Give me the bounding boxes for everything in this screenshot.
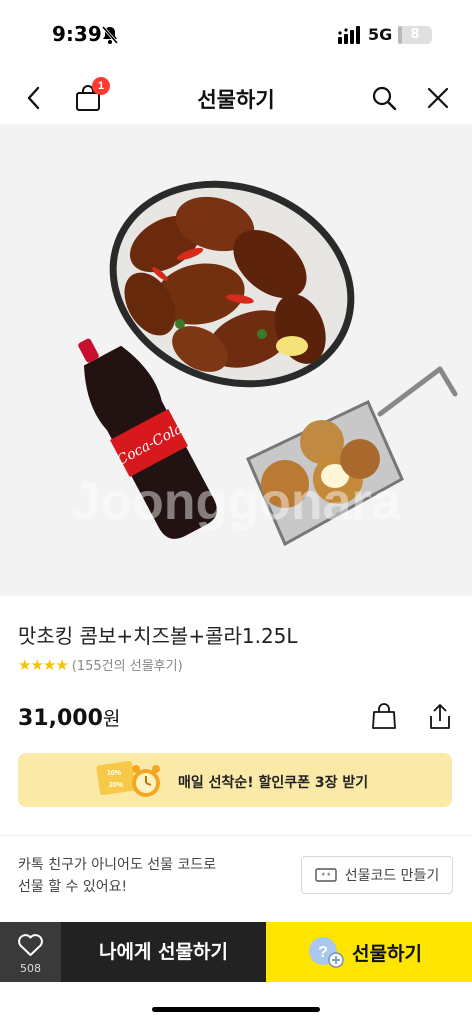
coupon-clock-icon: 10% 20% (96, 761, 160, 797)
share-button[interactable] (424, 700, 456, 732)
close-button[interactable] (422, 82, 454, 114)
coupon-text: 매일 선착순! 할인쿠폰 3장 받기 (178, 775, 369, 791)
page-title: 선물하기 (197, 88, 275, 112)
search-icon (372, 86, 397, 111)
heart-icon (18, 934, 43, 956)
home-indicator[interactable] (152, 1007, 320, 1012)
network-label: 5G (368, 25, 393, 44)
status-time: 9:39 (52, 22, 102, 46)
bottom-action-bar: 508 나에게 선물하기 ? 선물하기 (0, 922, 472, 982)
section-divider (0, 835, 472, 836)
share-icon (430, 704, 450, 729)
coupon-graphic-bottom: 20% (109, 782, 124, 789)
create-gift-code-button[interactable]: ** 선물코드 만들기 (301, 856, 453, 894)
battery-text: 8 (410, 27, 420, 42)
gift-code-info-line2: 선물 할 수 있어요! (18, 879, 128, 895)
coupon-graphic-top: 10% (107, 770, 122, 777)
wishlist-button[interactable]: 508 (0, 922, 61, 982)
wishlist-count: 508 (20, 962, 41, 975)
watermark-text: Joonggonara (71, 473, 401, 531)
close-icon (427, 87, 449, 109)
gift-to-self-button[interactable]: 나에게 선물하기 (61, 922, 266, 982)
rating-row[interactable]: ★★★★ (155건의 선물후기) (18, 655, 183, 675)
battery-indicator: 8 (398, 26, 432, 44)
price-unit: 원 (102, 708, 121, 730)
gift-friend-icon-text: ? (318, 944, 328, 961)
bell-muted-icon (101, 26, 119, 44)
send-gift-button[interactable]: ? 선물하기 (266, 922, 472, 982)
product-image: Coca-Cola Joonggonara (0, 124, 472, 596)
gift-code-info-line1: 카톡 친구가 아니어도 선물 코드로 (18, 857, 217, 873)
rating-stars: ★★★★ (18, 655, 69, 674)
product-photo: Coca-Cola Joonggonara (71, 180, 458, 547)
shopping-bag-icon (372, 703, 396, 729)
status-bar: 9:39 5G 8 (0, 0, 472, 70)
price-value: 31,000 (18, 706, 103, 731)
signal-icon (338, 26, 360, 44)
ticket-icon: ** (314, 868, 337, 882)
search-button[interactable] (368, 82, 400, 114)
price: 31,000원 (18, 704, 120, 731)
review-count: (155건의 선물후기) (71, 659, 183, 674)
product-name: 맛초킹 콤보+치즈볼+콜라1.25L (18, 624, 298, 648)
coupon-banner[interactable]: 10% 20% 매일 선착순! 할인쿠폰 3장 받기 (18, 753, 452, 807)
gift-friend-icon: ? (309, 937, 344, 968)
add-to-cart-button[interactable] (368, 700, 400, 732)
ticket-icon-text: ** (320, 872, 331, 882)
header: 1 선물하기 (0, 70, 472, 126)
gift-code-info: 카톡 친구가 아니어도 선물 코드로 선물 할 수 있어요! (18, 854, 278, 898)
send-gift-label: 선물하기 (352, 943, 422, 965)
create-gift-code-label: 선물코드 만들기 (344, 868, 440, 884)
